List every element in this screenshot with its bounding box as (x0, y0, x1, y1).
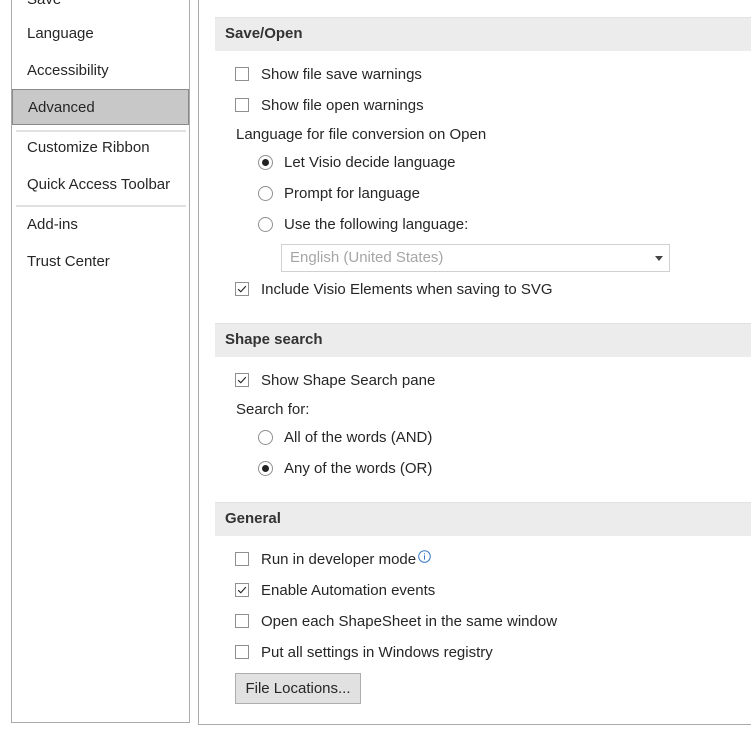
nav-item-trust-center[interactable]: Trust Center (12, 244, 189, 280)
checkbox-box[interactable] (235, 67, 249, 81)
nav-item-advanced[interactable]: Advanced (12, 89, 189, 125)
section-title: Save/Open (225, 25, 303, 42)
radio-label: Use the following language: (284, 216, 469, 233)
section-title: Shape search (225, 331, 323, 348)
options-navigation: Save Language Accessibility Advanced Cus… (11, 0, 190, 723)
radio-label: Any of the words (OR) (284, 460, 433, 477)
chevron-down-icon[interactable] (655, 256, 663, 261)
check-icon (237, 285, 247, 293)
language-conversion-heading: Language for file conversion on Open (236, 126, 487, 143)
nav-item-quick-access-toolbar[interactable]: Quick Access Toolbar (12, 167, 189, 203)
nav-item-accessibility[interactable]: Accessibility (12, 53, 189, 89)
radio-button[interactable] (258, 217, 273, 232)
section-title: General (225, 510, 281, 527)
radio-label: Let Visio decide language (284, 154, 456, 171)
checkbox-box[interactable] (235, 583, 249, 597)
developer-mode-label: Run in developer mode (261, 551, 417, 568)
radio-selected-dot (262, 465, 269, 472)
checkbox-box[interactable] (235, 645, 249, 659)
radio-label: All of the words (AND) (284, 429, 433, 446)
checkbox-label: Put all settings in Windows registry (261, 644, 493, 661)
info-icon[interactable] (418, 550, 431, 563)
radio-button[interactable] (258, 186, 273, 201)
checkbox-label: Show file open warnings (261, 97, 424, 114)
language-dropdown[interactable]: English (United States) (281, 244, 670, 272)
checkbox-label: Open each ShapeSheet in the same window (261, 613, 558, 630)
checkbox-label: Show file save warnings (261, 66, 422, 83)
search-for-label: Search for: (236, 401, 310, 418)
radio-button[interactable] (258, 461, 273, 476)
checkbox-box[interactable] (235, 98, 249, 112)
checkbox-box[interactable] (235, 552, 249, 566)
check-icon (237, 376, 247, 384)
nav-item-language[interactable]: Language (12, 16, 189, 52)
radio-button[interactable] (258, 155, 273, 170)
section-header-shape-search: Shape search (215, 323, 751, 357)
language-dropdown-value: English (United States) (290, 249, 444, 266)
nav-item-add-ins[interactable]: Add-ins (12, 207, 189, 243)
checkbox-label: Include Visio Elements when saving to SV… (261, 281, 553, 298)
check-icon (237, 586, 247, 594)
nav-item-customize-ribbon[interactable]: Customize Ribbon (12, 130, 189, 166)
file-locations-button[interactable]: File Locations... (235, 673, 361, 704)
section-header-general: General (215, 502, 751, 536)
checkbox-label: Run in developer mode (261, 549, 431, 571)
checkbox-box[interactable] (235, 282, 249, 296)
radio-selected-dot (262, 159, 269, 166)
checkbox-box[interactable] (235, 614, 249, 628)
checkbox-box[interactable] (235, 373, 249, 387)
section-header-save-open: Save/Open (215, 17, 751, 51)
radio-label: Prompt for language (284, 185, 420, 202)
radio-button[interactable] (258, 430, 273, 445)
checkbox-label: Show Shape Search pane (261, 372, 436, 389)
checkbox-label: Enable Automation events (261, 582, 436, 599)
